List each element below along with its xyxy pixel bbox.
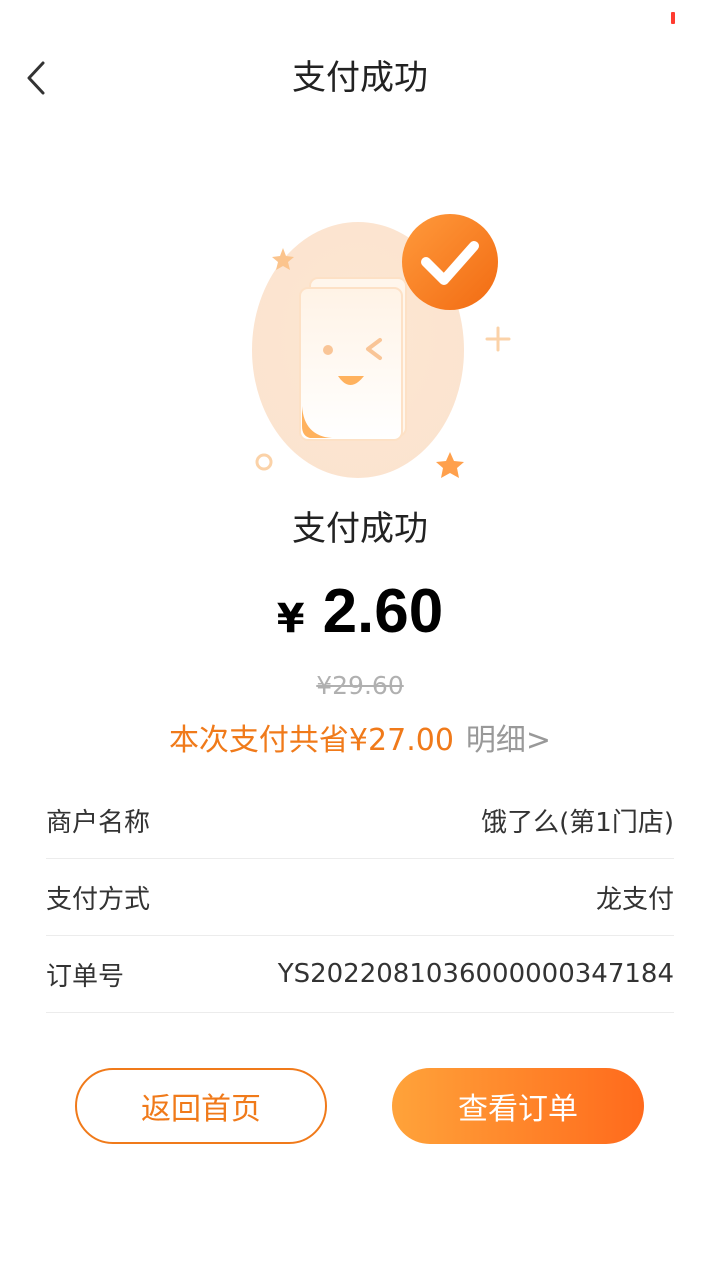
amount-value: 2.60 <box>322 577 444 646</box>
order-number-value: YS2022081036000000347184 <box>277 959 674 989</box>
merchant-label: 商户名称 <box>46 807 151 838</box>
star-icon <box>436 452 464 478</box>
top-nav-bar: 支付成功 <box>0 40 720 116</box>
check-circle <box>402 214 498 310</box>
saving-summary: 本次支付共省¥27.00 明细> <box>0 720 720 762</box>
status-indicator <box>671 12 675 24</box>
saving-text: 本次支付共省¥27.00 <box>168 723 454 758</box>
back-to-home-button[interactable]: 返回首页 <box>75 1068 327 1144</box>
page-title: 支付成功 <box>292 58 428 98</box>
payment-success-illustration <box>240 200 520 490</box>
view-order-button[interactable]: 查看订单 <box>392 1068 644 1144</box>
paid-amount: ¥2.60 <box>0 576 720 647</box>
payment-method-value: 龙支付 <box>595 884 674 915</box>
payment-method-label: 支付方式 <box>46 884 151 915</box>
info-row-merchant: 商户名称 饿了么(第1门店) <box>46 782 674 859</box>
info-row-order-number: 订单号 YS2022081036000000347184 <box>46 936 674 1013</box>
detail-link[interactable]: 明细> <box>466 723 551 758</box>
order-number-label: 订单号 <box>46 961 125 992</box>
paper-front <box>299 287 403 441</box>
merchant-value: 饿了么(第1门店) <box>481 807 674 838</box>
payment-status-title: 支付成功 <box>292 509 428 549</box>
original-amount: ¥29.60 <box>316 671 404 700</box>
info-row-payment-method: 支付方式 龙支付 <box>46 859 674 936</box>
currency-symbol: ¥ <box>276 596 305 642</box>
order-info-list: 商户名称 饿了么(第1门店) 支付方式 龙支付 订单号 YS2022081036… <box>46 782 674 1013</box>
ring-decoration <box>255 453 273 471</box>
